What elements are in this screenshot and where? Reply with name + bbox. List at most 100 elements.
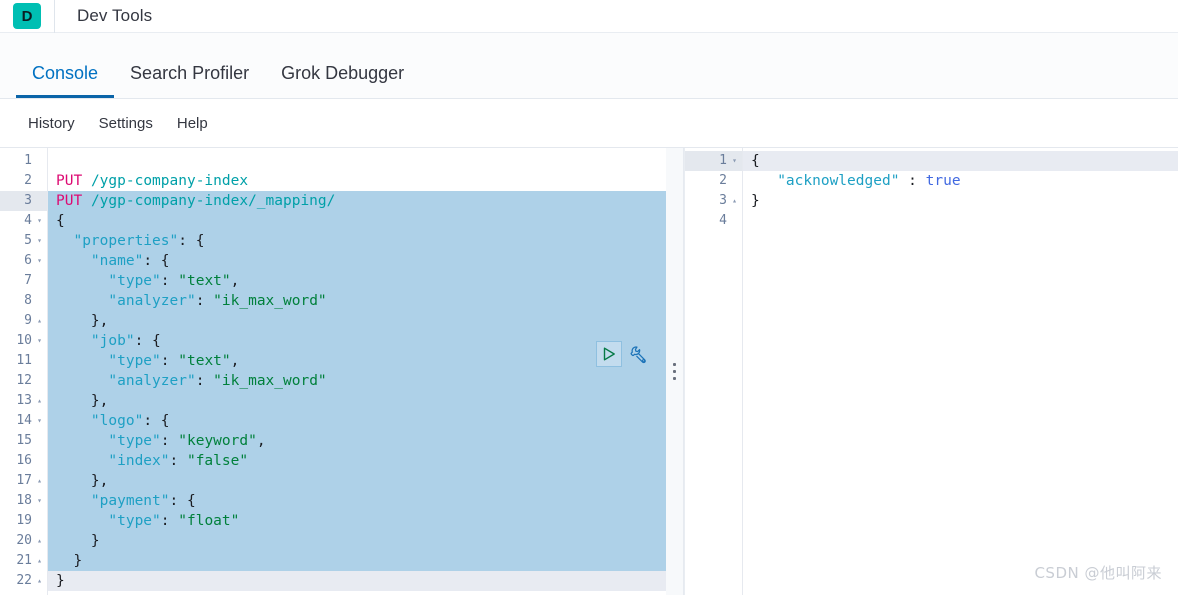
token-punc: , (230, 353, 240, 369)
code-line[interactable]: } (743, 191, 1178, 211)
code-line[interactable]: { (743, 151, 1178, 171)
code-line[interactable]: } (48, 531, 684, 551)
code-line[interactable]: "job": { (48, 331, 684, 351)
gutter-line[interactable]: 13 ▴ (0, 391, 47, 411)
fold-collapse-icon[interactable]: ▾ (35, 251, 44, 271)
line-number: 7 (24, 273, 32, 288)
app-logo-cell[interactable]: D (0, 0, 55, 33)
fold-collapse-icon[interactable]: ▾ (730, 151, 739, 171)
code-line[interactable]: { (48, 211, 684, 231)
gutter-line[interactable]: 11▾ (0, 351, 47, 371)
request-pane[interactable]: 1▾2▾3▾4▾5▾6▾7▾8▾9▴10▾11▾12▾13▴14▾15▾16▾1… (0, 148, 684, 595)
gutter-line[interactable]: 12▾ (0, 371, 47, 391)
gutter-line[interactable]: 3▾ (0, 191, 47, 211)
gutter-line[interactable]: 22 ▴ (0, 571, 47, 591)
tab-console[interactable]: Console (16, 63, 115, 98)
code-line[interactable]: "properties": { (48, 231, 684, 251)
gutter-line[interactable]: 20 ▴ (0, 531, 47, 551)
menu-item-help[interactable]: Help (165, 111, 220, 136)
code-line[interactable]: "analyzer": "ik_max_word" (48, 371, 684, 391)
line-number: 10 (16, 333, 32, 348)
gutter-line[interactable]: 15▾ (0, 431, 47, 451)
code-line[interactable]: "type": "text", (48, 351, 684, 371)
gutter-line[interactable]: 5 ▾ (0, 231, 47, 251)
fold-collapse-icon[interactable]: ▾ (35, 331, 44, 351)
fold-expand-icon[interactable]: ▴ (35, 471, 44, 491)
token-key: "payment" (90, 493, 170, 509)
fold-expand-icon[interactable]: ▴ (35, 551, 44, 571)
pane-splitter[interactable] (666, 148, 684, 595)
gutter-line[interactable]: 8▾ (0, 291, 47, 311)
request-code-area[interactable]: PUT /ygp-company-index PUT /ygp-company-i… (48, 148, 684, 595)
gutter-line[interactable]: 1▾ (0, 151, 47, 171)
fold-collapse-icon[interactable]: ▾ (35, 491, 44, 511)
code-line[interactable] (48, 151, 684, 171)
fold-expand-icon[interactable]: ▴ (35, 571, 44, 591)
token-punc (56, 413, 91, 429)
code-line[interactable]: "type": "float" (48, 511, 684, 531)
code-line[interactable]: PUT /ygp-company-index (48, 171, 684, 191)
fold-collapse-icon[interactable]: ▾ (35, 411, 44, 431)
open-documentation-button[interactable] (627, 343, 649, 365)
gutter-line[interactable]: 7▾ (0, 271, 47, 291)
code-line[interactable]: }, (48, 471, 684, 491)
request-gutter[interactable]: 1▾2▾3▾4▾5▾6▾7▾8▾9▴10▾11▾12▾13▴14▾15▾16▾1… (0, 148, 48, 595)
gutter-line[interactable]: 21 ▴ (0, 551, 47, 571)
gutter-line[interactable]: 1▾ (685, 151, 742, 171)
code-line[interactable]: "acknowledged" : true (743, 171, 1178, 191)
line-number: 1 (24, 153, 32, 168)
gutter-line[interactable]: 14 ▾ (0, 411, 47, 431)
gutter-line[interactable]: 4▾ (685, 211, 742, 231)
code-line[interactable]: "index": "false" (48, 451, 684, 471)
gutter-line[interactable]: 17 ▴ (0, 471, 47, 491)
code-line[interactable]: } (48, 571, 684, 591)
token-punc (56, 493, 91, 509)
fold-expand-icon[interactable]: ▴ (35, 391, 44, 411)
send-request-button[interactable] (596, 341, 622, 367)
gutter-line[interactable]: 10 ▾ (0, 331, 47, 351)
token-punc: : (195, 373, 214, 389)
code-line[interactable]: "payment": { (48, 491, 684, 511)
code-line[interactable]: "name": { (48, 251, 684, 271)
gutter-line[interactable]: 2▾ (0, 171, 47, 191)
response-gutter[interactable]: 1▾2▾3▴4▾ (685, 148, 743, 595)
code-line[interactable]: }, (48, 391, 684, 411)
gutter-line[interactable]: 6 ▾ (0, 251, 47, 271)
token-str: "ik_max_word" (213, 373, 327, 389)
fold-collapse-icon[interactable]: ▾ (35, 211, 44, 231)
menu-item-settings[interactable]: Settings (87, 111, 165, 136)
gutter-line[interactable]: 4▾ (0, 211, 47, 231)
token-punc (82, 193, 91, 209)
gutter-line[interactable]: 19▾ (0, 511, 47, 531)
code-line[interactable]: } (48, 551, 684, 571)
code-line[interactable]: "analyzer": "ik_max_word" (48, 291, 684, 311)
menu-item-history[interactable]: History (16, 111, 87, 136)
gutter-line[interactable]: 18 ▾ (0, 491, 47, 511)
gutter-line[interactable]: 2▾ (685, 171, 742, 191)
fold-collapse-icon[interactable]: ▾ (35, 231, 44, 251)
token-str: "keyword" (178, 433, 257, 449)
csdn-watermark: CSDN @他叫阿来 (1034, 564, 1162, 582)
gutter-line[interactable]: 16▾ (0, 451, 47, 471)
token-key: "analyzer" (108, 373, 196, 389)
token-str: "text" (178, 353, 231, 369)
token-str: "ik_max_word" (213, 293, 327, 309)
code-line[interactable]: PUT /ygp-company-index/_mapping/ (48, 191, 684, 211)
line-number: 2 (719, 173, 727, 188)
code-line[interactable]: "type": "keyword", (48, 431, 684, 451)
code-line[interactable] (743, 211, 1178, 231)
tab-grok-debugger[interactable]: Grok Debugger (265, 63, 420, 98)
response-code-area[interactable]: { "acknowledged" : true} (743, 148, 1178, 595)
fold-expand-icon[interactable]: ▴ (35, 311, 44, 331)
code-line[interactable]: "type": "text", (48, 271, 684, 291)
code-line[interactable]: }, (48, 311, 684, 331)
gutter-line[interactable]: 9 ▴ (0, 311, 47, 331)
fold-expand-icon[interactable]: ▴ (730, 191, 739, 211)
response-pane[interactable]: 1▾2▾3▴4▾ { "acknowledged" : true} (684, 148, 1178, 595)
tab-search-profiler[interactable]: Search Profiler (114, 63, 265, 98)
fold-expand-icon[interactable]: ▴ (35, 531, 44, 551)
code-line[interactable]: "logo": { (48, 411, 684, 431)
gutter-line[interactable]: 3 ▴ (685, 191, 742, 211)
app-header: D Dev Tools (0, 0, 1178, 33)
token-punc (56, 273, 108, 289)
